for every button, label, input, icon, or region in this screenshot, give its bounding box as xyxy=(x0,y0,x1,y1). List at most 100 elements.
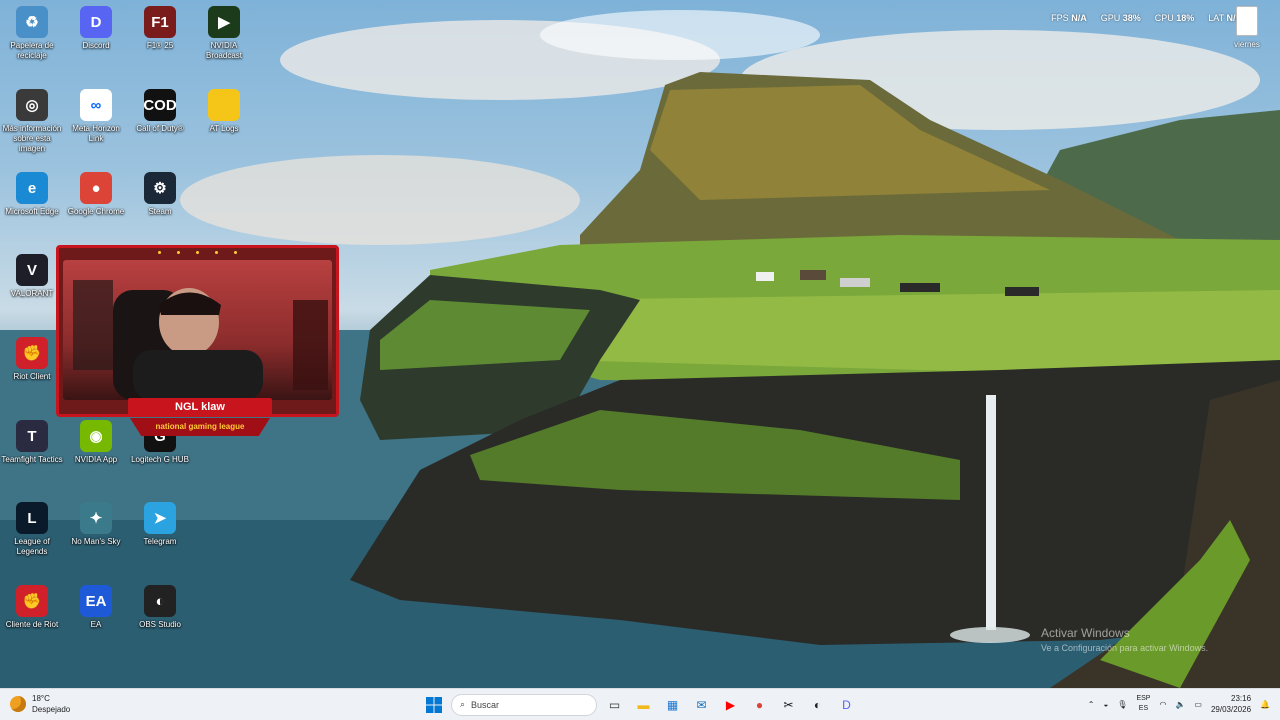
desktop-shortcut-label: Riot Client xyxy=(13,372,51,381)
volume-icon[interactable]: 🔈 xyxy=(1175,700,1185,709)
pinned-apps: ▭ ▬ ▦ ✉ ▶ ● ✂ ◐ D xyxy=(603,693,858,716)
valorant-icon: V xyxy=(16,254,48,286)
desktop-shortcut-recycle-bin[interactable]: ♻ Papelera de reciclaje xyxy=(0,2,64,61)
wifi-icon[interactable]: ◠ xyxy=(1159,700,1166,709)
steam-icon: ⚙ xyxy=(144,172,176,204)
text-file-label: viernes xyxy=(1234,40,1260,49)
gpu-readout: GPU 38% xyxy=(1100,13,1141,23)
desktop-shortcut-league-of-legends[interactable]: L League of Legends xyxy=(0,498,64,557)
weather-moon-icon xyxy=(10,696,26,712)
league-name-banner: national gaming league xyxy=(130,418,270,436)
desktop-shortcut-at-logs[interactable]: AT Logs xyxy=(192,85,256,134)
desktop-shortcut-chrome[interactable]: ● Google Chrome xyxy=(64,168,128,217)
streamer-silhouette xyxy=(73,280,328,400)
desktop-shortcut-nvidia-broadcast[interactable]: ▶ NVIDIA Broadcast xyxy=(192,2,256,61)
clock[interactable]: 23:16 29/03/2026 xyxy=(1211,693,1251,715)
microphone-icon[interactable]: 🎙 xyxy=(1117,700,1127,709)
watermark-subtitle: Ve a Configuración para activar Windows. xyxy=(1041,643,1209,653)
desktop-shortcut-label: OBS Studio xyxy=(139,620,181,629)
taskbar-center: ⌕ Buscar ▭ ▬ ▦ ✉ ▶ ● ✂ ◐ D xyxy=(422,693,858,716)
network-shield-icon[interactable]: ◒ xyxy=(1103,700,1108,709)
desktop-shortcut-label: Teamfight Tactics xyxy=(1,455,63,464)
chevron-up-icon[interactable]: ⌃ xyxy=(1088,700,1095,709)
desktop-shortcut-call-of-duty[interactable]: COD Call of Duty® xyxy=(128,85,192,134)
f1-game-icon: F1 xyxy=(144,6,176,38)
riot-client-icon: ✊ xyxy=(16,585,48,617)
desktop-shortcut-riot-client[interactable]: ✊ Riot Client xyxy=(0,333,64,382)
desktop-shortcut-label: EA xyxy=(90,620,102,629)
desktop-shortcut-meta-horizon[interactable]: ∞ Meta Horizon Link xyxy=(64,85,128,144)
desktop-shortcut-label: Call of Duty® xyxy=(136,124,184,133)
chrome-icon: ● xyxy=(80,172,112,204)
discord-icon: D xyxy=(80,6,112,38)
system-tray: ⌃ ◒ 🎙 ESP ES ◠ 🔈 ▭ 23:16 29/03/2026 🔔 xyxy=(1088,693,1270,715)
desktop-shortcut-label: Logitech G HUB xyxy=(131,455,189,464)
call-of-duty-icon: COD xyxy=(143,89,177,121)
meta-icon: ∞ xyxy=(80,89,112,121)
outlook-icon[interactable]: ✉ xyxy=(690,693,713,716)
battery-icon[interactable]: ▭ xyxy=(1194,700,1202,709)
desktop-shortcut-label: Papelera de reciclaje xyxy=(10,41,54,60)
text-file-icon[interactable] xyxy=(1236,6,1258,36)
clock-time: 23:16 xyxy=(1231,694,1252,703)
desktop-shortcut-ea[interactable]: EA EA xyxy=(64,581,128,630)
webcam-overlay-frame xyxy=(56,245,339,417)
desktop-shortcut-more-info[interactable]: ◎ Más información sobre esta imagen xyxy=(0,85,64,154)
weather-temperature: 18°C xyxy=(32,694,50,703)
desktop-shortcut-label: AT Logs xyxy=(209,124,239,133)
desktop-shortcut-f1-25[interactable]: F1 F1® 25 xyxy=(128,2,192,51)
recycle-bin-icon: ♻ xyxy=(16,6,48,38)
telegram-icon: ➤ xyxy=(144,502,176,534)
desktop-shortcut-cliente-de-riot[interactable]: ✊ Cliente de Riot xyxy=(0,581,64,630)
weather-description: Despejado xyxy=(32,705,71,714)
desktop-shortcut-valorant[interactable]: V VALORANT xyxy=(0,250,64,299)
desktop-shortcut-steam[interactable]: ⚙ Steam xyxy=(128,168,192,217)
discord-icon[interactable]: D xyxy=(835,693,858,716)
fps-readout: FPS N/A xyxy=(1051,13,1087,23)
desktop-shortcut-label: Microsoft Edge xyxy=(5,207,59,216)
obs-icon: ◐ xyxy=(144,585,176,617)
input-language[interactable]: ESP ES xyxy=(1136,694,1150,714)
desktop-shortcut-nvidia-app[interactable]: ◉ NVIDIA App xyxy=(64,416,128,465)
desktop-shortcut-edge[interactable]: e Microsoft Edge xyxy=(0,168,64,217)
lol-icon: L xyxy=(16,502,48,534)
desktop-shortcut-no-mans-sky[interactable]: ✦ No Man's Sky xyxy=(64,498,128,547)
frame-dots xyxy=(59,251,336,254)
desktop-shortcut-teamfight-tactics[interactable]: T Teamfight Tactics xyxy=(0,416,64,465)
taskbar-search-box[interactable]: ⌕ Buscar xyxy=(451,693,597,716)
nvidia-broadcast-icon: ▶ xyxy=(208,6,240,38)
file-explorer-icon[interactable]: ▬ xyxy=(632,693,655,716)
desktop-shortcut-discord[interactable]: D Discord xyxy=(64,2,128,51)
desktop-shortcut-label: League of Legends xyxy=(14,537,50,556)
folder-icon xyxy=(208,89,240,121)
capcut-icon[interactable]: ✂ xyxy=(777,693,800,716)
search-icon: ⌕ xyxy=(460,699,466,709)
desktop-shortcut-label: Cliente de Riot xyxy=(5,620,59,629)
desktop-shortcut-label: NVIDIA App xyxy=(74,455,118,464)
no-mans-sky-icon: ✦ xyxy=(80,502,112,534)
performance-overlay: FPS N/A GPU 38% CPU 18% LAT N/A xyxy=(1051,13,1242,23)
youtube-icon[interactable]: ▶ xyxy=(719,693,742,716)
watermark-title: Activar Windows xyxy=(1041,626,1130,640)
task-view-icon[interactable]: ▭ xyxy=(603,693,626,716)
weather-widget[interactable]: 18°C Despejado xyxy=(10,693,70,715)
cpu-readout: CPU 18% xyxy=(1154,13,1195,23)
desktop-shortcut-label: F1® 25 xyxy=(146,41,174,50)
desktop-shortcut-label: Más información sobre esta imagen xyxy=(2,124,62,153)
notification-bell-icon[interactable]: 🔔 xyxy=(1260,700,1270,709)
start-button[interactable] xyxy=(422,693,445,716)
tft-icon: T xyxy=(16,420,48,452)
info-camera-icon: ◎ xyxy=(16,89,48,121)
desktop-shortcut-telegram[interactable]: ➤ Telegram xyxy=(128,498,192,547)
taskbar: 18°C Despejado ⌕ Buscar ▭ ▬ ▦ ✉ ▶ ● ✂ ◐ D ⌃ ◒ 🎙 … xyxy=(0,688,1280,720)
store-icon[interactable]: ▦ xyxy=(661,693,684,716)
windows-logo-icon xyxy=(425,696,442,713)
edge-icon: e xyxy=(16,172,48,204)
obs-icon[interactable]: ◐ xyxy=(806,693,829,716)
nvidia-icon: ◉ xyxy=(80,420,112,452)
desktop-shortcut-obs-studio[interactable]: ◐ OBS Studio xyxy=(128,581,192,630)
desktop-shortcut-label: Steam xyxy=(148,207,172,216)
desktop-shortcut-label: Discord xyxy=(82,41,110,50)
clock-date: 29/03/2026 xyxy=(1210,705,1252,714)
chrome-icon[interactable]: ● xyxy=(748,693,771,716)
